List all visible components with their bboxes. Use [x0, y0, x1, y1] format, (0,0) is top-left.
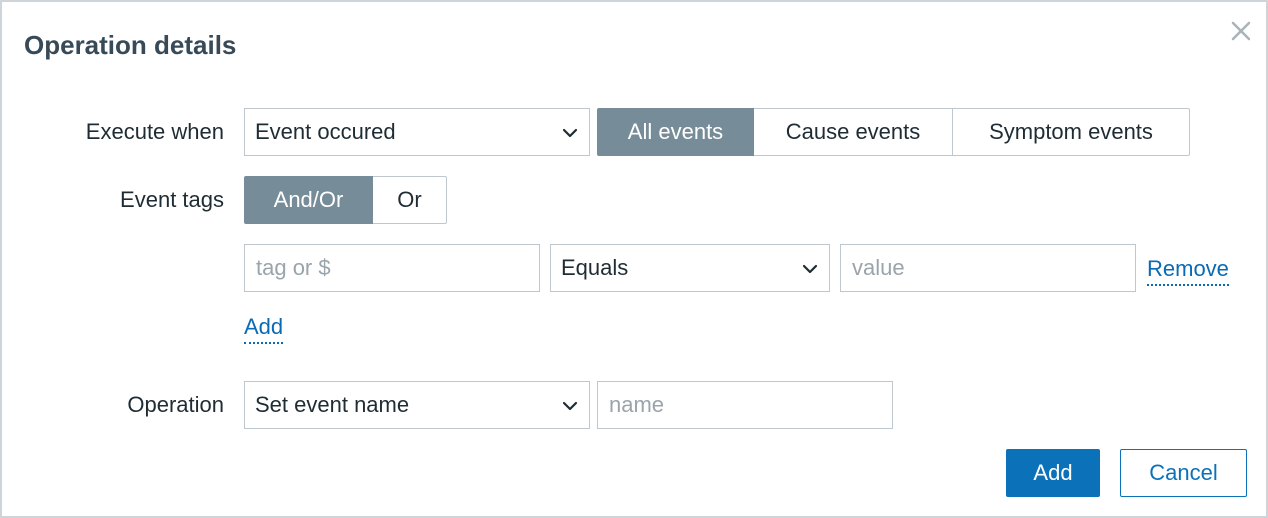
cancel-button[interactable]: Cancel: [1120, 449, 1247, 497]
event-name-input[interactable]: [597, 381, 893, 429]
event-filter-segmented: All events Cause events Symptom events: [597, 108, 1190, 156]
all-events-toggle[interactable]: All events: [597, 108, 754, 156]
operation-select[interactable]: Set event name: [244, 381, 590, 429]
remove-tag-link[interactable]: Remove: [1147, 256, 1229, 286]
chevron-down-icon: [562, 401, 578, 411]
evaltype-segmented: And/Or Or: [244, 176, 447, 224]
operation-details-dialog: Operation details Execute when Event occ…: [0, 0, 1268, 518]
or-toggle[interactable]: Or: [373, 176, 447, 224]
execute-when-label: Execute when: [85, 119, 224, 144]
close-button[interactable]: [1226, 16, 1256, 46]
add-button[interactable]: Add: [1006, 449, 1100, 497]
dialog-title: Operation details: [24, 30, 237, 60]
add-tag-link[interactable]: Add: [244, 314, 284, 344]
tag-input[interactable]: [244, 244, 540, 292]
execute-when-select[interactable]: Event occured: [244, 108, 590, 156]
operation-label: Operation: [127, 392, 224, 417]
cause-events-toggle[interactable]: Cause events: [754, 108, 953, 156]
tag-operator-value: Equals: [561, 255, 629, 280]
chevron-down-icon: [802, 264, 818, 274]
and-or-toggle[interactable]: And/Or: [244, 176, 373, 224]
event-tags-label: Event tags: [120, 187, 224, 212]
close-icon: [1231, 21, 1251, 41]
symptom-events-toggle[interactable]: Symptom events: [953, 108, 1190, 156]
chevron-down-icon: [562, 128, 578, 138]
execute-when-value: Event occured: [255, 119, 396, 144]
operation-value: Set event name: [255, 392, 410, 417]
tag-operator-select[interactable]: Equals: [550, 244, 830, 292]
tag-value-input[interactable]: [840, 244, 1136, 292]
